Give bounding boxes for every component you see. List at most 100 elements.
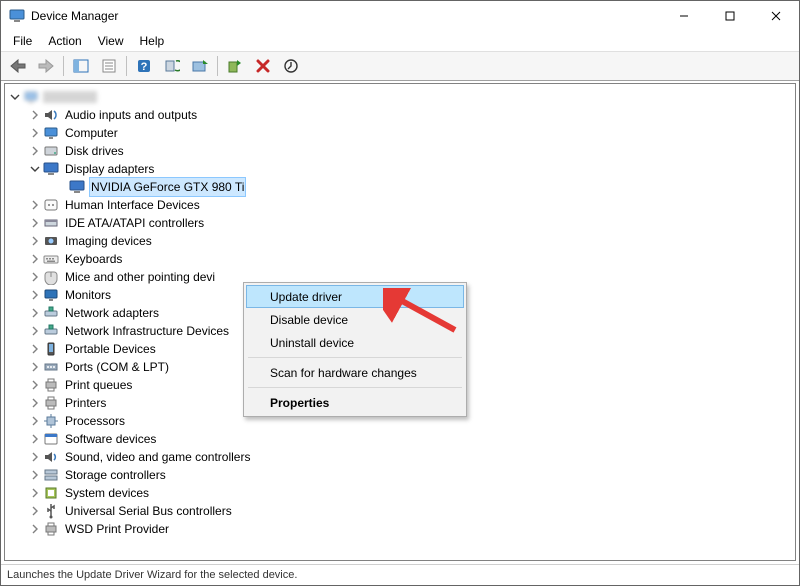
toolbar-forward[interactable] — [33, 54, 59, 78]
ctx-update-driver[interactable]: Update driver — [246, 285, 464, 308]
tree-category[interactable]: System devices — [7, 484, 793, 502]
status-text: Launches the Update Driver Wizard for th… — [7, 569, 297, 581]
ctx-uninstall-device[interactable]: Uninstall device — [246, 331, 464, 354]
category-label: Storage controllers — [63, 466, 168, 484]
tree-category[interactable]: Display adapters — [7, 160, 793, 178]
ctx-disable-device[interactable]: Disable device — [246, 308, 464, 331]
category-label: Audio inputs and outputs — [63, 106, 199, 124]
ctx-separator — [248, 357, 462, 358]
ports-icon — [43, 359, 59, 375]
tree-category[interactable]: Human Interface Devices — [7, 196, 793, 214]
root-label — [43, 91, 97, 103]
category-label: Network adapters — [63, 304, 161, 322]
expand-toggle-icon[interactable] — [9, 91, 21, 103]
expand-toggle-icon[interactable] — [29, 307, 41, 319]
tree-category[interactable]: Storage controllers — [7, 466, 793, 484]
menubar: File Action View Help — [1, 31, 799, 51]
tree-category[interactable]: Disk drives — [7, 142, 793, 160]
toolbar-update-driver[interactable] — [187, 54, 213, 78]
expand-toggle-icon[interactable] — [29, 343, 41, 355]
content-area: Audio inputs and outputsComputerDisk dri… — [4, 83, 796, 561]
close-button[interactable] — [753, 1, 799, 31]
category-label: Computer — [63, 124, 120, 142]
tree-category[interactable]: Keyboards — [7, 250, 793, 268]
network-icon — [43, 323, 59, 339]
titlebar: Device Manager — [1, 1, 799, 31]
storage-icon — [43, 467, 59, 483]
expand-toggle-icon[interactable] — [29, 397, 41, 409]
minimize-button[interactable] — [661, 1, 707, 31]
menu-view[interactable]: View — [90, 32, 132, 50]
category-label: Ports (COM & LPT) — [63, 358, 171, 376]
expand-toggle-icon[interactable] — [29, 379, 41, 391]
category-label: Network Infrastructure Devices — [63, 322, 231, 340]
camera-icon — [43, 233, 59, 249]
category-label: Monitors — [63, 286, 113, 304]
svg-text:?: ? — [141, 61, 148, 73]
expand-toggle-icon[interactable] — [29, 505, 41, 517]
tree-category[interactable]: IDE ATA/ATAPI controllers — [7, 214, 793, 232]
toolbar-back[interactable] — [5, 54, 31, 78]
expand-toggle-icon[interactable] — [29, 163, 41, 175]
printer-icon — [43, 395, 59, 411]
ctx-properties[interactable]: Properties — [246, 391, 464, 414]
toolbar-enable[interactable] — [222, 54, 248, 78]
category-label: Sound, video and game controllers — [63, 448, 252, 466]
printqueue-icon — [43, 521, 59, 537]
expand-toggle-icon[interactable] — [29, 145, 41, 157]
category-label: System devices — [63, 484, 151, 502]
expand-toggle-icon[interactable] — [29, 271, 41, 283]
menu-file[interactable]: File — [5, 32, 40, 50]
expand-toggle-icon[interactable] — [29, 199, 41, 211]
cpu-icon — [43, 413, 59, 429]
category-label: Print queues — [63, 376, 134, 394]
category-label: IDE ATA/ATAPI controllers — [63, 214, 206, 232]
toolbar-help[interactable]: ? — [131, 54, 157, 78]
expand-toggle-icon[interactable] — [29, 433, 41, 445]
tree-category[interactable]: Sound, video and game controllers — [7, 448, 793, 466]
expand-toggle-icon[interactable] — [29, 523, 41, 535]
tree-root[interactable] — [7, 88, 793, 106]
menu-action[interactable]: Action — [40, 32, 89, 50]
tree-category[interactable]: WSD Print Provider — [7, 520, 793, 538]
expand-toggle-icon[interactable] — [29, 469, 41, 481]
statusbar: Launches the Update Driver Wizard for th… — [1, 564, 799, 585]
toolbar-console-tree[interactable] — [68, 54, 94, 78]
ctx-scan-hardware[interactable]: Scan for hardware changes — [246, 361, 464, 384]
category-label: Portable Devices — [63, 340, 158, 358]
expand-toggle-icon[interactable] — [29, 451, 41, 463]
display-icon — [43, 161, 59, 177]
expand-toggle-icon[interactable] — [29, 325, 41, 337]
toolbar-add-legacy[interactable] — [278, 54, 304, 78]
printqueue-icon — [43, 377, 59, 393]
menu-help[interactable]: Help — [132, 32, 173, 50]
tree-device[interactable]: NVIDIA GeForce GTX 980 Ti — [7, 178, 793, 196]
spacer — [55, 181, 67, 193]
mouse-icon — [43, 269, 59, 285]
expand-toggle-icon[interactable] — [29, 217, 41, 229]
expand-toggle-icon[interactable] — [29, 361, 41, 373]
toolbar: ? — [1, 51, 799, 81]
keyboard-icon — [43, 251, 59, 267]
toolbar-uninstall[interactable] — [250, 54, 276, 78]
network-icon — [43, 305, 59, 321]
tree-category[interactable]: Computer — [7, 124, 793, 142]
portable-icon — [43, 341, 59, 357]
expand-toggle-icon[interactable] — [29, 127, 41, 139]
expand-toggle-icon[interactable] — [29, 253, 41, 265]
tree-category[interactable]: Imaging devices — [7, 232, 793, 250]
toolbar-properties[interactable] — [96, 54, 122, 78]
category-label: Universal Serial Bus controllers — [63, 502, 234, 520]
toolbar-scan[interactable] — [159, 54, 185, 78]
context-menu: Update driver Disable device Uninstall d… — [243, 282, 467, 417]
tree-category[interactable]: Audio inputs and outputs — [7, 106, 793, 124]
expand-toggle-icon[interactable] — [29, 487, 41, 499]
app-icon — [9, 8, 25, 24]
expand-toggle-icon[interactable] — [29, 235, 41, 247]
tree-category[interactable]: Universal Serial Bus controllers — [7, 502, 793, 520]
maximize-button[interactable] — [707, 1, 753, 31]
expand-toggle-icon[interactable] — [29, 289, 41, 301]
tree-category[interactable]: Software devices — [7, 430, 793, 448]
expand-toggle-icon[interactable] — [29, 415, 41, 427]
expand-toggle-icon[interactable] — [29, 109, 41, 121]
